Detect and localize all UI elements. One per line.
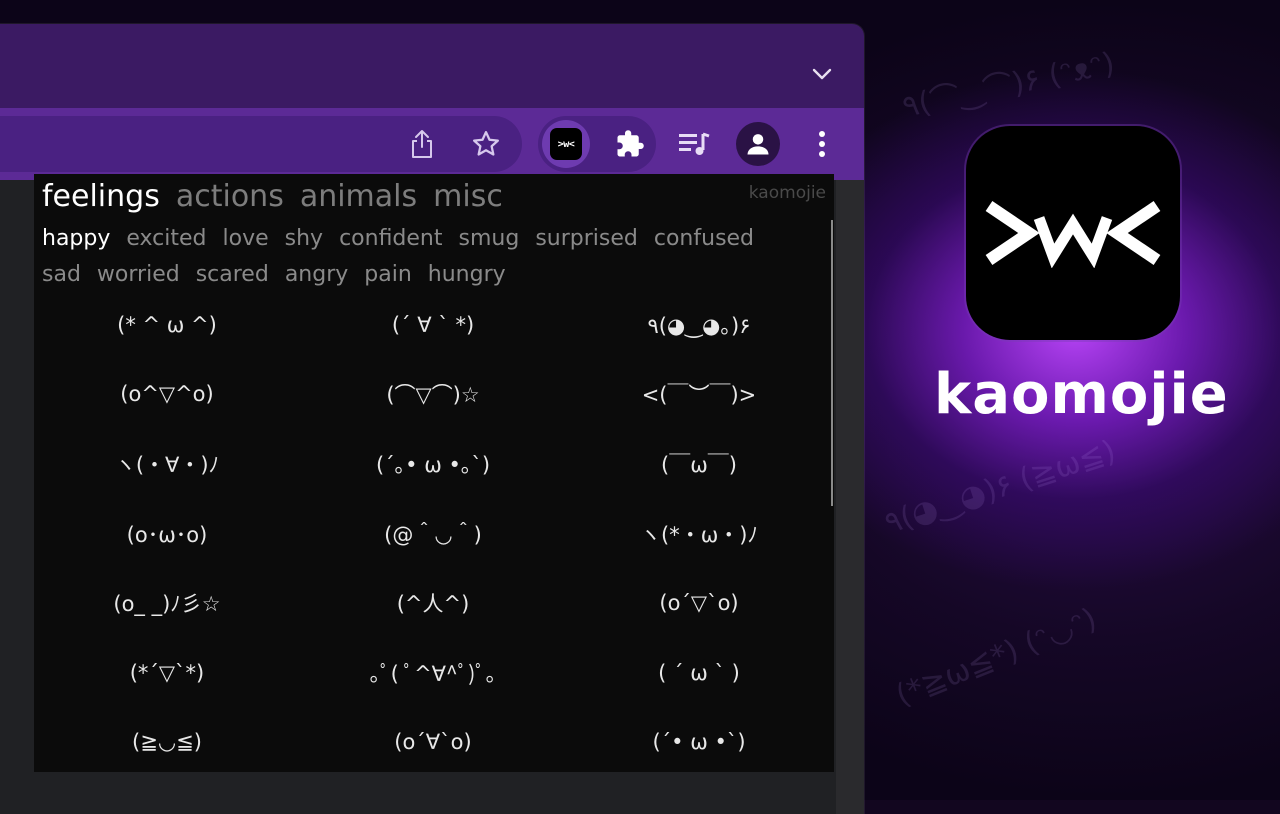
kaomoji-item[interactable]: (* ^ ω ^): [34, 290, 300, 360]
subcategory-worried[interactable]: worried: [97, 260, 180, 290]
kaomoji-item[interactable]: (´ ∀ ` *): [300, 290, 566, 360]
kaomoji-item[interactable]: <(￣︶￣)>: [566, 360, 832, 430]
subcategory-shy[interactable]: shy: [285, 224, 323, 254]
more-menu-icon[interactable]: [802, 124, 842, 164]
subcategory-excited[interactable]: excited: [126, 224, 206, 254]
kaomojie-popup: kaomojie feelings actions animals misc h…: [34, 174, 834, 772]
tab-animals[interactable]: animals: [300, 180, 417, 214]
kaomoji-item[interactable]: (^人^): [300, 568, 566, 638]
app-icon: [966, 126, 1180, 340]
kaomoji-item[interactable]: ( ´ ω ` ): [566, 638, 832, 708]
kaomoji-item[interactable]: (⌒▽⌒)☆: [300, 360, 566, 430]
share-icon[interactable]: [402, 124, 442, 164]
extension-group: >w<: [538, 116, 656, 172]
kaomoji-item[interactable]: (´• ω •`): [566, 708, 832, 772]
app-icon-logo: [985, 201, 1161, 268]
address-bar[interactable]: [0, 116, 522, 172]
subcategory-love[interactable]: love: [223, 224, 269, 254]
kaomoji-item[interactable]: ٩(◕‿◕｡)۶: [566, 290, 832, 360]
subcategory-angry[interactable]: angry: [285, 260, 348, 290]
subcategory-confident[interactable]: confident: [339, 224, 442, 254]
browser-toolbar: >w<: [0, 108, 864, 180]
subcategory-list: happy excited love shy confident smug su…: [42, 224, 802, 290]
subcategory-happy[interactable]: happy: [42, 224, 110, 254]
kaomoji-item[interactable]: (@＾◡＾): [300, 499, 566, 569]
subcategory-hungry[interactable]: hungry: [428, 260, 506, 290]
category-tabs: feelings actions animals misc: [42, 180, 503, 214]
title-bar: [0, 24, 864, 108]
subcategory-confused[interactable]: confused: [654, 224, 754, 254]
subcategory-scared[interactable]: scared: [196, 260, 269, 290]
subcategory-smug[interactable]: smug: [459, 224, 520, 254]
kaomoji-item[interactable]: ヽ(・∀・)ﾉ: [34, 429, 300, 499]
kaomoji-item[interactable]: ヽ(*・ω・)ﾉ: [566, 499, 832, 569]
kaomoji-item[interactable]: (o_ _)ﾉ彡☆: [34, 568, 300, 638]
kaomojie-extension-icon: >w<: [550, 128, 582, 160]
subcategory-surprised[interactable]: surprised: [535, 224, 638, 254]
subcategory-pain[interactable]: pain: [364, 260, 412, 290]
kaomoji-item[interactable]: (*´▽`*): [34, 638, 300, 708]
kaomoji-item[interactable]: (´｡• ω •｡`): [300, 429, 566, 499]
tab-misc[interactable]: misc: [433, 180, 503, 214]
popup-brand: kaomojie: [748, 183, 826, 203]
kaomoji-grid: (* ^ ω ^) (´ ∀ ` *) ٩(◕‿◕｡)۶ (o^▽^o) (⌒▽…: [34, 290, 834, 772]
kaomoji-item[interactable]: (o･ω･o): [34, 499, 300, 569]
kaomoji-item[interactable]: ｡ﾟ( ﾟ^∀^ﾟ)ﾟ｡: [300, 638, 566, 708]
star-icon[interactable]: [466, 124, 506, 164]
kaomoji-item[interactable]: (o´∀`o): [300, 708, 566, 772]
kaomoji-item[interactable]: (￣ω￣): [566, 429, 832, 499]
chevron-down-icon[interactable]: [810, 64, 834, 86]
window-edge: [836, 180, 864, 814]
media-queue-icon[interactable]: [674, 124, 714, 164]
tab-actions[interactable]: actions: [176, 180, 284, 214]
tab-feelings[interactable]: feelings: [42, 180, 160, 214]
kaomoji-item[interactable]: (o´▽`o): [566, 568, 832, 638]
kaomoji-item[interactable]: (o^▽^o): [34, 360, 300, 430]
extensions-puzzle-icon[interactable]: [610, 124, 650, 164]
kaomoji-item[interactable]: (≧◡≦): [34, 708, 300, 772]
subcategory-sad[interactable]: sad: [42, 260, 81, 290]
profile-icon[interactable]: [736, 122, 780, 166]
app-name: kaomojie: [934, 362, 1229, 427]
kaomojie-extension-button[interactable]: >w<: [542, 120, 590, 168]
